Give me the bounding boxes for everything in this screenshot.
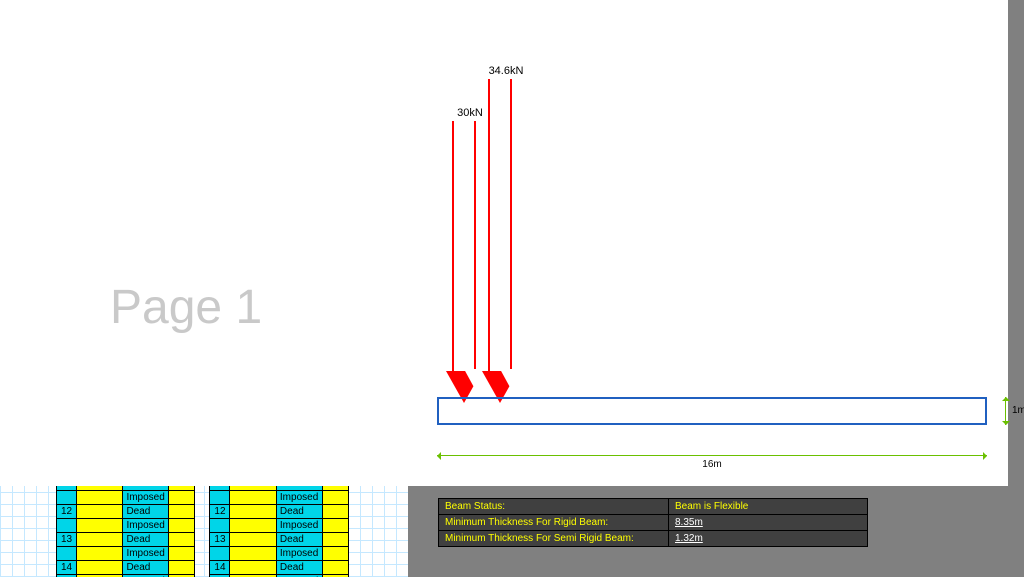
position-cell[interactable] xyxy=(77,533,123,547)
type-cell: Imposed xyxy=(276,519,322,533)
beam-diagram: 30kN 34.6kN 16m 1m xyxy=(0,0,1008,486)
value-cell[interactable] xyxy=(169,519,195,533)
value-cell[interactable] xyxy=(322,505,348,519)
position-cell[interactable] xyxy=(230,491,276,505)
position-cell[interactable] xyxy=(77,547,123,561)
value-cell[interactable] xyxy=(169,505,195,519)
row-num: 14 xyxy=(210,561,230,575)
row-num xyxy=(57,547,77,561)
position-cell[interactable] xyxy=(230,561,276,575)
length-dimension: 16m xyxy=(437,455,987,456)
position-cell[interactable] xyxy=(230,519,276,533)
type-cell: Imposed xyxy=(123,519,169,533)
row-num xyxy=(210,519,230,533)
type-cell: Imposed xyxy=(276,547,322,561)
value-cell[interactable] xyxy=(169,491,195,505)
position-cell[interactable] xyxy=(230,533,276,547)
row-num: 13 xyxy=(210,533,230,547)
row-num xyxy=(210,547,230,561)
type-cell: Dead xyxy=(123,505,169,519)
position-cell[interactable] xyxy=(77,561,123,575)
row-num: 13 xyxy=(57,533,77,547)
type-cell: Dead xyxy=(276,505,322,519)
type-cell: Imposed xyxy=(123,491,169,505)
height-dimension: 1m xyxy=(1005,397,1006,425)
row-num: 12 xyxy=(210,505,230,519)
type-cell: Dead xyxy=(276,561,322,575)
position-cell[interactable] xyxy=(230,505,276,519)
row-num: 12 xyxy=(57,505,77,519)
value-cell[interactable] xyxy=(169,547,195,561)
type-cell: Dead xyxy=(123,533,169,547)
row-num xyxy=(57,491,77,505)
type-cell: Dead xyxy=(276,533,322,547)
row-num xyxy=(57,519,77,533)
value-cell[interactable] xyxy=(322,533,348,547)
row-num: 14 xyxy=(57,561,77,575)
diagram-panel: 30kN 34.6kN 16m 1m Beam Status:Beam is F… xyxy=(408,0,1024,577)
position-cell[interactable] xyxy=(77,505,123,519)
value-cell[interactable] xyxy=(322,519,348,533)
value-cell[interactable] xyxy=(322,547,348,561)
load-arrow-1: 30kN xyxy=(452,107,488,403)
beam-rect xyxy=(437,397,987,425)
type-cell: Imposed xyxy=(276,491,322,505)
load-arrow-2: 34.6kN xyxy=(488,65,524,403)
value-cell[interactable] xyxy=(322,491,348,505)
value-cell[interactable] xyxy=(169,533,195,547)
type-cell: Dead xyxy=(123,561,169,575)
type-cell: Imposed xyxy=(123,547,169,561)
value-cell[interactable] xyxy=(169,561,195,575)
status-table: Beam Status:Beam is Flexible Minimum Thi… xyxy=(438,498,868,547)
row-num xyxy=(210,491,230,505)
value-cell[interactable] xyxy=(322,561,348,575)
position-cell[interactable] xyxy=(77,519,123,533)
position-cell[interactable] xyxy=(77,491,123,505)
position-cell[interactable] xyxy=(230,547,276,561)
